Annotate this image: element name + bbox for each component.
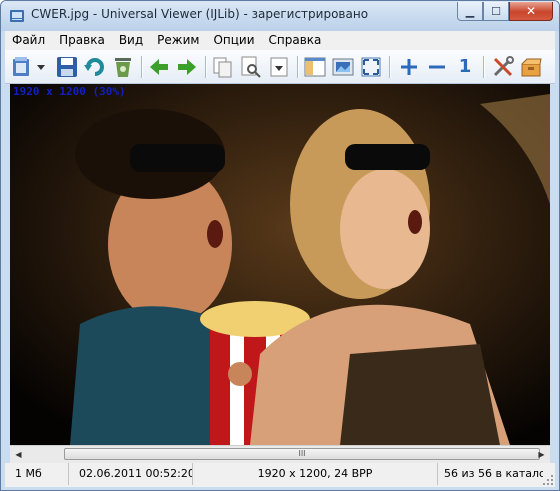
menu-bar: Файл Правка Вид Режим Опции Справка xyxy=(5,31,555,50)
status-file-size: 1 Мб xyxy=(5,463,69,485)
maximize-button[interactable]: ☐ xyxy=(483,2,509,21)
toolbar-separator xyxy=(297,56,298,78)
menu-options[interactable]: Опции xyxy=(206,31,261,50)
scroll-thumb[interactable]: III xyxy=(64,448,540,460)
image-viewport[interactable]: 1920 x 1200 (30%) xyxy=(10,84,550,445)
plugins-icon[interactable] xyxy=(519,55,543,79)
dropdown-arrow-icon[interactable] xyxy=(35,55,47,79)
next-file-icon[interactable] xyxy=(175,55,199,79)
menu-mode[interactable]: Режим xyxy=(150,31,206,50)
zoom-out-icon[interactable] xyxy=(425,55,449,79)
open-icon[interactable] xyxy=(11,55,35,79)
menu-help[interactable]: Справка xyxy=(262,31,329,50)
image-icon[interactable] xyxy=(331,55,355,79)
resize-grip-icon[interactable] xyxy=(542,474,554,486)
toolbar: 1 xyxy=(5,50,555,84)
menu-edit[interactable]: Правка xyxy=(52,31,112,50)
minimize-button[interactable]: ▁ xyxy=(457,2,483,21)
close-button[interactable]: ✕ xyxy=(509,2,553,21)
zoom-original-icon[interactable]: 1 xyxy=(453,55,477,79)
toolbar-separator xyxy=(205,56,206,78)
find-icon[interactable] xyxy=(239,55,263,79)
menu-view[interactable]: Вид xyxy=(112,31,150,50)
status-bar: 1 Мб 02.06.2011 00:52:20 1920 x 1200, 24… xyxy=(5,463,555,487)
toolbar-separator xyxy=(141,56,142,78)
status-file-position: 56 из 56 в катало xyxy=(444,467,543,480)
app-icon xyxy=(10,10,24,22)
menu-file[interactable]: Файл xyxy=(5,31,52,50)
reload-icon[interactable] xyxy=(83,55,107,79)
image-info-overlay: 1920 x 1200 (30%) xyxy=(13,85,126,98)
status-file-date: 02.06.2011 00:52:20 xyxy=(69,463,193,485)
goto-icon[interactable] xyxy=(267,55,291,79)
recycle-bin-icon[interactable] xyxy=(111,55,135,79)
panel-icon[interactable] xyxy=(303,55,327,79)
zoom-in-icon[interactable] xyxy=(397,55,421,79)
options-icon[interactable] xyxy=(491,55,515,79)
horizontal-scrollbar[interactable]: ◀ III ▶ xyxy=(10,445,550,463)
save-icon[interactable] xyxy=(55,55,79,79)
title-bar[interactable]: CWER.jpg - Universal Viewer (IJLib) - за… xyxy=(1,1,559,31)
maximize-icon: ☐ xyxy=(491,4,501,18)
scroll-left-icon[interactable]: ◀ xyxy=(10,446,27,463)
close-icon: ✕ xyxy=(525,4,537,18)
status-image-dims: 1920 x 1200, 24 BPP xyxy=(193,463,438,485)
movie-poster-image xyxy=(10,84,550,445)
copy-icon[interactable] xyxy=(211,55,235,79)
window-title: CWER.jpg - Universal Viewer (IJLib) - за… xyxy=(31,7,369,21)
toolbar-separator xyxy=(389,56,390,78)
minimize-icon: ▁ xyxy=(465,4,475,18)
toolbar-separator xyxy=(483,56,484,78)
app-window: CWER.jpg - Universal Viewer (IJLib) - за… xyxy=(0,0,560,491)
prev-file-icon[interactable] xyxy=(147,55,171,79)
fullscreen-icon[interactable] xyxy=(359,55,383,79)
caption-buttons: ▁ ☐ ✕ xyxy=(457,2,553,21)
scroll-right-icon[interactable]: ▶ xyxy=(533,446,550,463)
